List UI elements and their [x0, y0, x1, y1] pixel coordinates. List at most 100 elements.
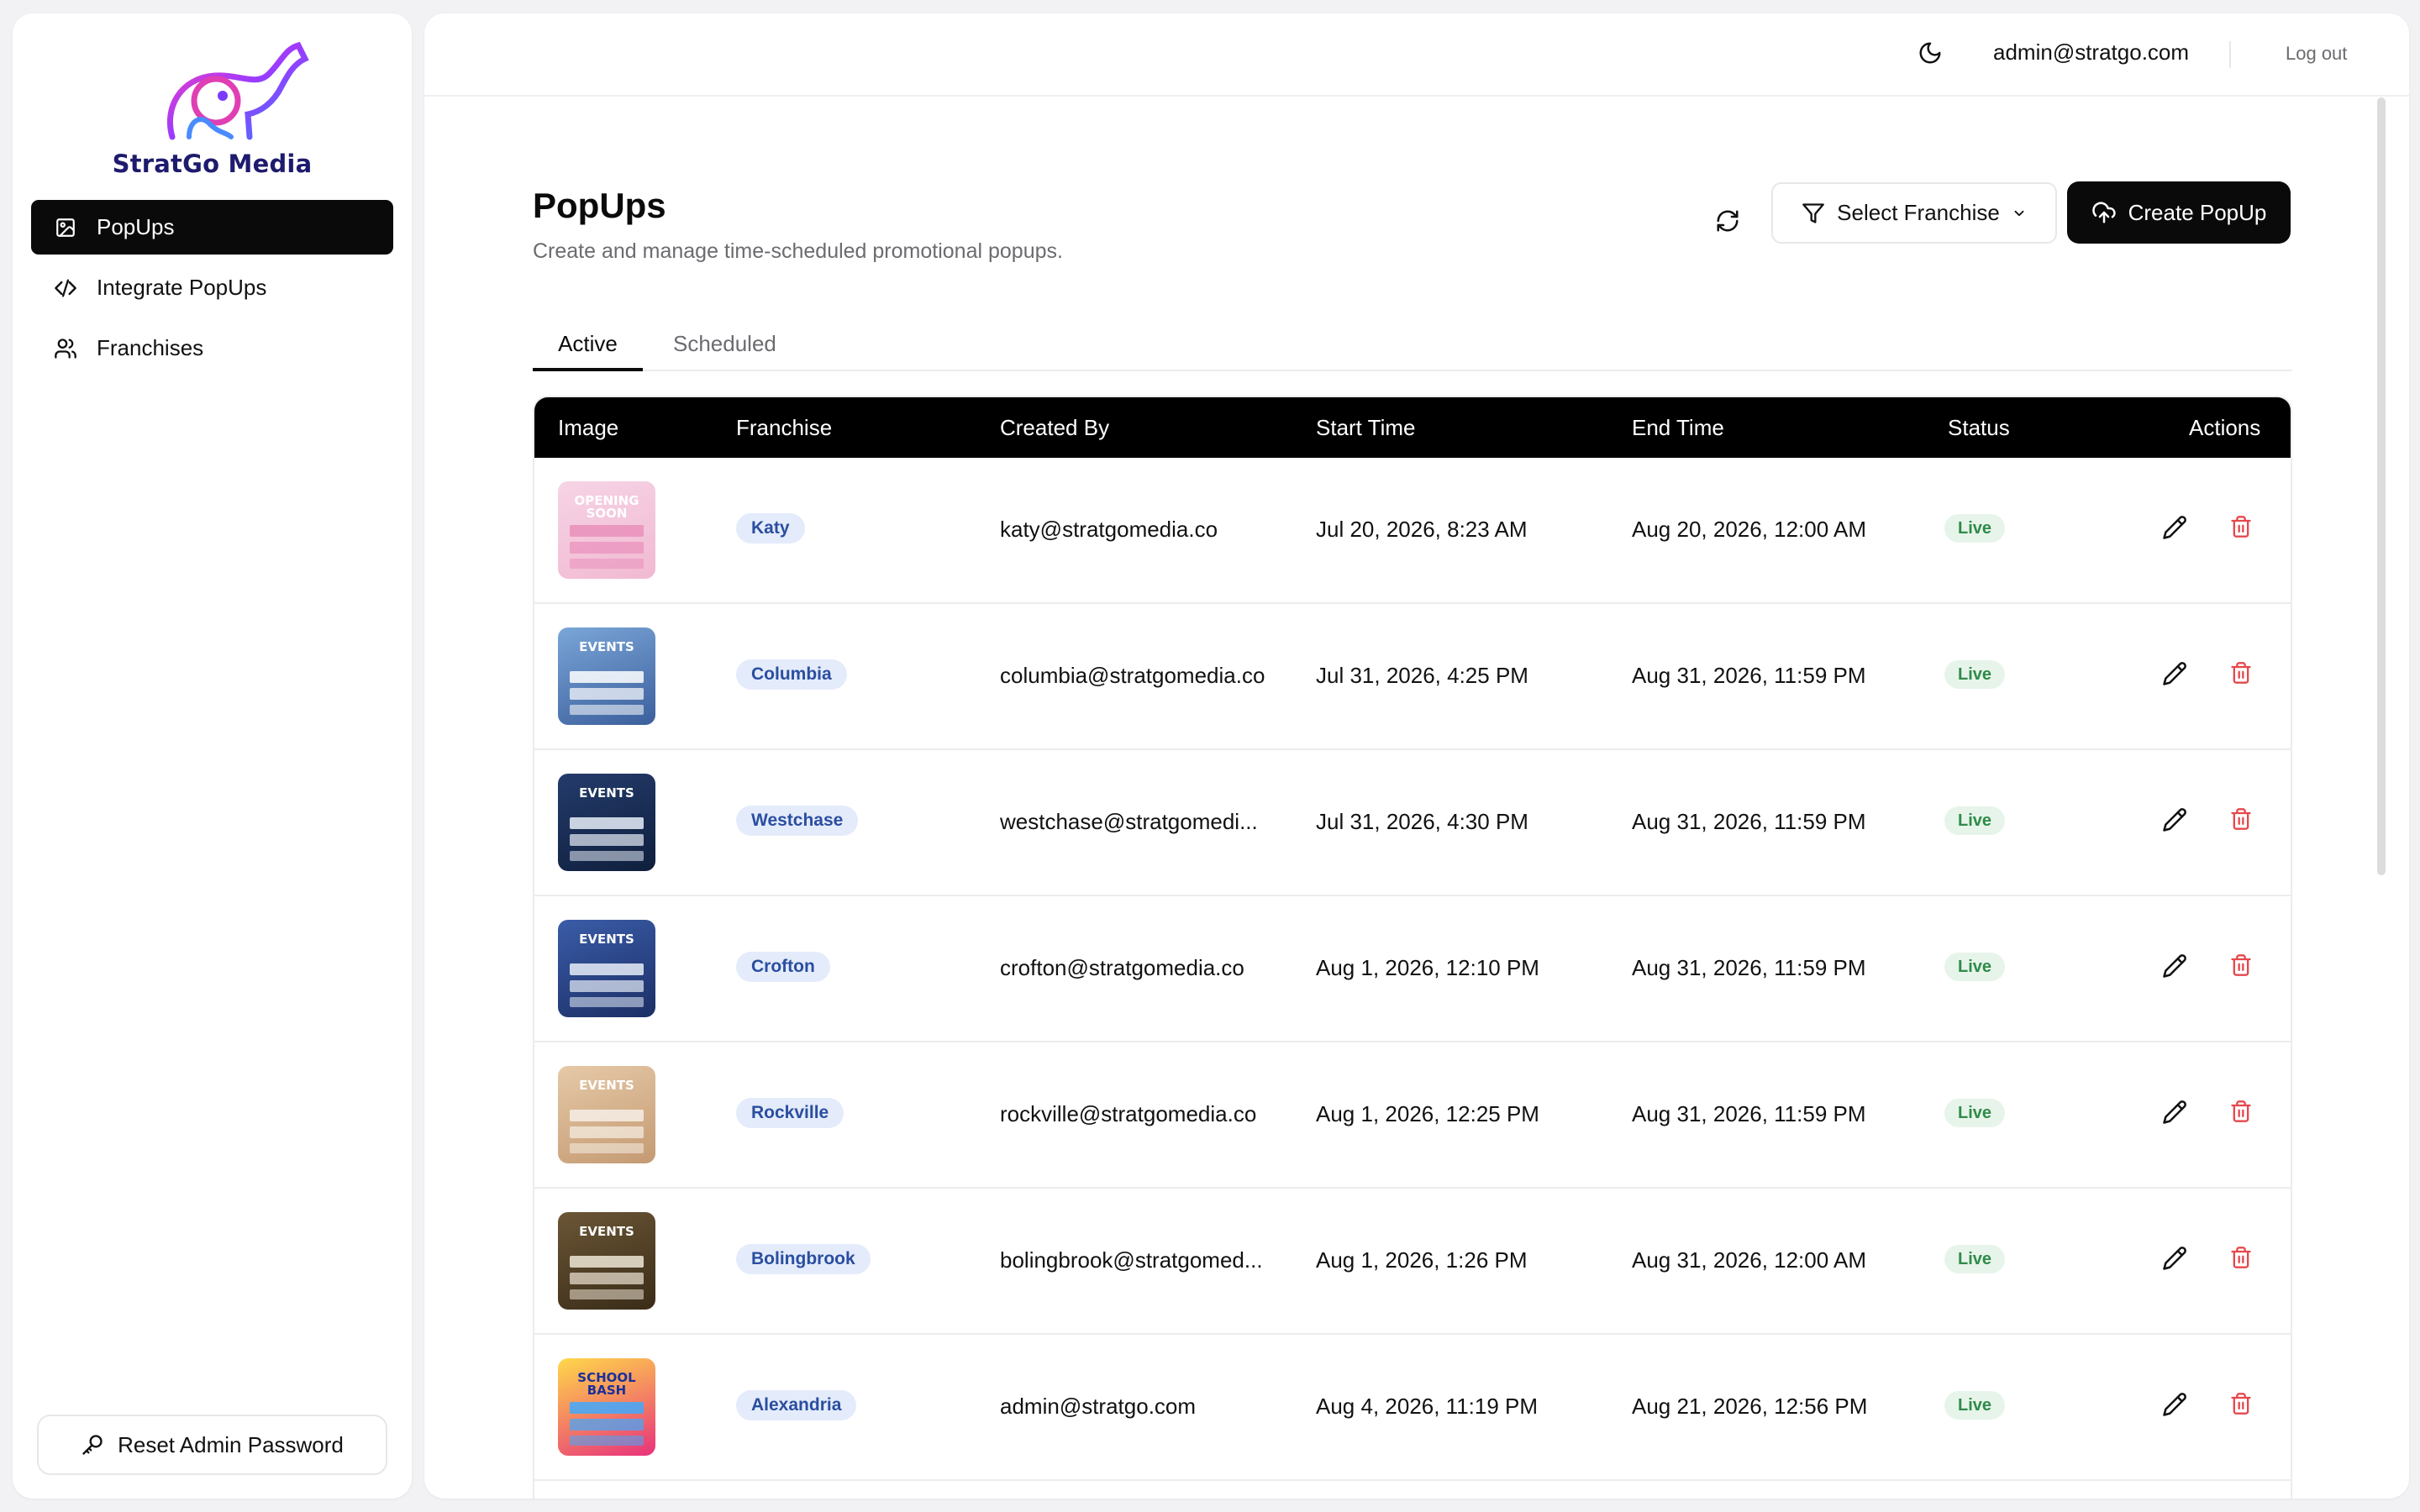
- thumbnail-panel: [570, 705, 644, 715]
- end-time-cell: Aug 31, 2026, 11:59 PM: [1632, 955, 1866, 980]
- column-header-actions: Actions: [2189, 415, 2261, 440]
- thumbnail-panel: [570, 851, 644, 861]
- thumbnail-panel: [570, 817, 644, 829]
- table-row: EVENTS Columbia columbia@stratgomedia.co Ju…: [534, 604, 2291, 750]
- column-header-start-time: Start Time: [1316, 415, 1416, 440]
- divider: [2229, 41, 2231, 68]
- tab-scheduled[interactable]: Scheduled: [673, 331, 776, 371]
- thumbnail-panel: [570, 1256, 644, 1268]
- end-time-cell: Aug 21, 2026, 12:56 PM: [1632, 1394, 1868, 1419]
- trash-icon: [2231, 516, 2251, 538]
- edit-button[interactable]: [2162, 953, 2187, 983]
- status-badge: Live: [1944, 514, 2006, 543]
- popup-thumbnail[interactable]: EVENTS: [558, 1066, 655, 1163]
- code-icon: [53, 276, 78, 301]
- delete-button[interactable]: [2229, 661, 2253, 689]
- trash-icon: [2231, 1247, 2251, 1268]
- brand-logo[interactable]: StratGo Media: [13, 39, 412, 190]
- thumbnail-panel: [570, 1273, 644, 1284]
- thumbnail-panel: [570, 1402, 644, 1414]
- create-popup-button[interactable]: Create PopUp: [2067, 181, 2291, 244]
- created-by-cell: admin@stratgo.com: [1000, 1394, 1197, 1419]
- delete-button[interactable]: [2229, 953, 2253, 981]
- scrollbar[interactable]: [2377, 97, 2386, 875]
- popup-thumbnail[interactable]: OPENING SOON: [558, 481, 655, 579]
- elephant-logo-icon: [166, 41, 309, 140]
- refresh-icon: [1717, 210, 1739, 232]
- start-time-cell: Jul 31, 2026, 4:30 PM: [1316, 809, 1528, 834]
- brand-name: StratGo Media: [112, 150, 313, 178]
- pencil-icon: [2163, 1393, 2186, 1416]
- image-icon: [53, 215, 78, 240]
- franchise-badge: Westchase: [736, 806, 859, 836]
- start-time-cell: Jul 20, 2026, 8:23 AM: [1316, 517, 1528, 542]
- thumbnail-panel: [570, 834, 644, 846]
- sidebar-item-integrate-popups[interactable]: Integrate PopUps: [31, 260, 393, 315]
- thumbnail-panel: [570, 1143, 644, 1153]
- popup-thumbnail[interactable]: EVENTS: [558, 627, 655, 725]
- thumbnail-title: OPENING SOON: [574, 493, 639, 521]
- select-franchise-dropdown[interactable]: Select Franchise: [1771, 182, 2057, 244]
- sidebar-item-franchises[interactable]: Franchises: [31, 321, 393, 375]
- moon-icon[interactable]: [1918, 40, 1943, 70]
- thumbnail-panel: [570, 1419, 644, 1431]
- sidebar-nav: PopUps Integrate PopUps Franchises: [31, 200, 393, 381]
- tab-active[interactable]: Active: [533, 331, 643, 371]
- edit-button[interactable]: [2162, 515, 2187, 544]
- delete-button[interactable]: [2229, 1100, 2253, 1127]
- edit-button[interactable]: [2162, 807, 2187, 837]
- edit-button[interactable]: [2162, 661, 2187, 690]
- franchise-badge: Rockville: [736, 1098, 844, 1128]
- reset-admin-password-button[interactable]: Reset Admin Password: [37, 1415, 387, 1475]
- thumbnail-panel: [570, 1436, 644, 1446]
- thumbnail-panel: [570, 671, 644, 683]
- end-time-cell: Aug 31, 2026, 11:59 PM: [1632, 663, 1866, 688]
- pencil-icon: [2163, 662, 2186, 685]
- thumbnail-panel: [570, 525, 644, 537]
- franchise-badge: Crofton: [736, 952, 830, 982]
- sidebar-item-label: Integrate PopUps: [97, 275, 267, 300]
- delete-button[interactable]: [2229, 807, 2253, 835]
- logout-link[interactable]: Log out: [2286, 43, 2347, 65]
- sidebar-item-label: PopUps: [97, 214, 175, 239]
- column-header-franchise: Franchise: [736, 415, 833, 440]
- edit-button[interactable]: [2162, 1392, 2187, 1421]
- start-time-cell: Aug 4, 2026, 11:19 PM: [1316, 1394, 1539, 1419]
- pencil-icon: [2163, 1247, 2186, 1270]
- status-badge: Live: [1944, 1245, 2006, 1273]
- status-badge: Live: [1944, 1391, 2006, 1420]
- sidebar-item-popups[interactable]: PopUps: [31, 200, 393, 255]
- pencil-icon: [2163, 954, 2186, 978]
- thumbnail-panel: [570, 963, 644, 975]
- popup-thumbnail[interactable]: EVENTS: [558, 774, 655, 871]
- end-time-cell: Aug 31, 2026, 11:59 PM: [1632, 809, 1866, 834]
- created-by-cell: westchase@stratgomedi...: [1000, 809, 1258, 834]
- status-badge: Live: [1944, 1099, 2006, 1127]
- franchise-badge: Bolingbrook: [736, 1244, 871, 1274]
- key-icon: [81, 1433, 104, 1457]
- page-title: PopUps: [533, 186, 666, 225]
- status-badge: Live: [1944, 806, 2006, 835]
- popup-thumbnail[interactable]: SCHOOL BASH: [558, 1358, 655, 1456]
- thumbnail-panel: [570, 688, 644, 700]
- refresh-button[interactable]: [1702, 196, 1753, 246]
- trash-icon: [2231, 954, 2251, 976]
- start-time-cell: Aug 1, 2026, 12:10 PM: [1316, 955, 1539, 980]
- edit-button[interactable]: [2162, 1100, 2187, 1129]
- popup-thumbnail[interactable]: EVENTS: [558, 1212, 655, 1310]
- start-time-cell: Jul 31, 2026, 4:25 PM: [1316, 663, 1528, 688]
- delete-button[interactable]: [2229, 1392, 2253, 1420]
- start-time-cell: Aug 1, 2026, 1:26 PM: [1316, 1247, 1528, 1273]
- thumbnail-title: SCHOOL BASH: [577, 1370, 636, 1398]
- edit-button[interactable]: [2162, 1246, 2187, 1275]
- delete-button[interactable]: [2229, 515, 2253, 543]
- create-popup-label: Create PopUp: [2128, 199, 2267, 225]
- trash-icon: [2231, 808, 2251, 830]
- thumbnail-panel: [570, 542, 644, 554]
- thumbnail-panel: [570, 559, 644, 569]
- users-icon: [53, 336, 78, 361]
- popup-thumbnail[interactable]: EVENTS: [558, 920, 655, 1017]
- created-by-cell: columbia@stratgomedia.co: [1000, 663, 1265, 688]
- thumbnail-title: EVENTS: [579, 1078, 634, 1093]
- delete-button[interactable]: [2229, 1246, 2253, 1273]
